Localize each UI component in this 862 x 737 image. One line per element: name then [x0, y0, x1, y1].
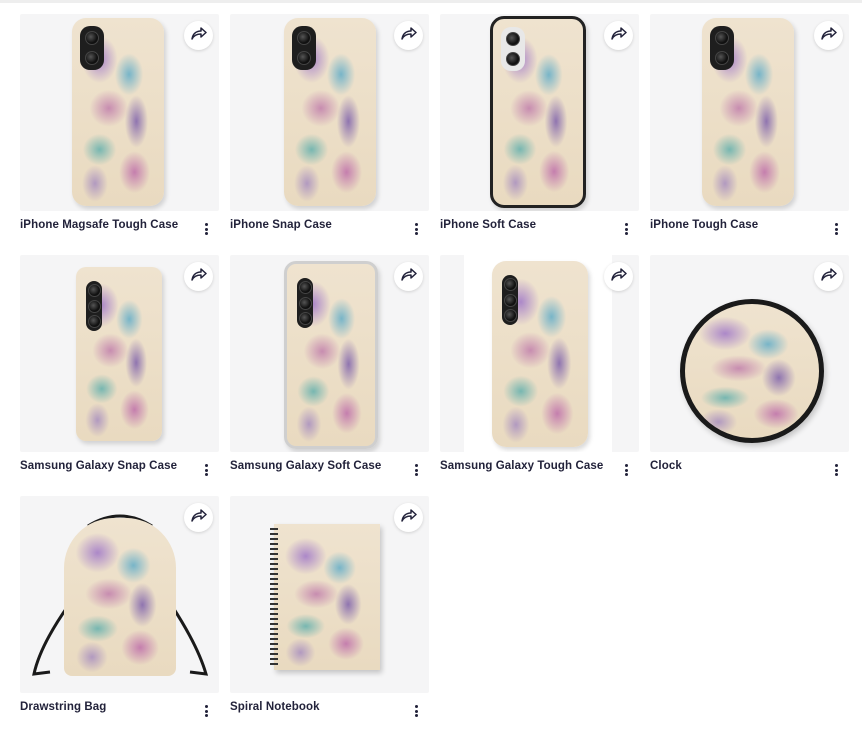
- product-card-samsung-galaxy-tough-case[interactable]: Samsung Galaxy Tough Case: [440, 255, 639, 496]
- camera-module: [710, 26, 734, 70]
- more-vertical-icon: [204, 223, 208, 235]
- phone-case-image: [284, 18, 376, 206]
- more-options-button[interactable]: [829, 464, 843, 480]
- share-button[interactable]: [394, 21, 423, 50]
- product-title[interactable]: iPhone Tough Case: [650, 219, 758, 231]
- share-button[interactable]: [814, 21, 843, 50]
- phone-case-image: [492, 261, 588, 447]
- product-card-drawstring-bag[interactable]: Drawstring Bag: [20, 496, 219, 737]
- share-icon: [610, 26, 627, 45]
- product-title[interactable]: Samsung Galaxy Soft Case: [230, 460, 381, 472]
- product-title[interactable]: Clock: [650, 460, 682, 472]
- product-card-iphone-snap-case[interactable]: iPhone Snap Case: [230, 14, 429, 255]
- share-button[interactable]: [814, 262, 843, 291]
- product-grid: iPhone Magsafe Tough Case iPhone Snap Ca…: [20, 14, 849, 737]
- product-image[interactable]: [20, 496, 219, 693]
- product-image[interactable]: [230, 14, 429, 211]
- more-options-button[interactable]: [619, 464, 633, 480]
- product-title[interactable]: Samsung Galaxy Tough Case: [440, 460, 603, 472]
- more-options-button[interactable]: [199, 705, 213, 721]
- camera-module: [292, 26, 316, 70]
- top-divider: [0, 0, 862, 3]
- more-options-button[interactable]: [829, 223, 843, 239]
- product-image[interactable]: [230, 496, 429, 693]
- share-button[interactable]: [604, 262, 633, 291]
- product-title[interactable]: iPhone Soft Case: [440, 219, 536, 231]
- phone-case-image: [284, 261, 378, 449]
- camera-module: [297, 278, 313, 328]
- product-image[interactable]: [650, 255, 849, 452]
- share-icon: [400, 508, 417, 527]
- spiral-binding: [270, 528, 278, 666]
- product-card-iphone-magsafe-tough-case[interactable]: iPhone Magsafe Tough Case: [20, 14, 219, 255]
- product-image[interactable]: [20, 14, 219, 211]
- product-card-samsung-galaxy-soft-case[interactable]: Samsung Galaxy Soft Case: [230, 255, 429, 496]
- more-options-button[interactable]: [199, 223, 213, 239]
- share-icon: [610, 267, 627, 286]
- more-options-button[interactable]: [619, 223, 633, 239]
- product-image[interactable]: [650, 14, 849, 211]
- more-options-button[interactable]: [199, 464, 213, 480]
- product-image[interactable]: [440, 255, 639, 452]
- share-icon: [400, 26, 417, 45]
- product-image[interactable]: [20, 255, 219, 452]
- share-button[interactable]: [604, 21, 633, 50]
- share-icon: [190, 26, 207, 45]
- more-options-button[interactable]: [409, 464, 423, 480]
- share-icon: [820, 267, 837, 286]
- phone-case-image: [490, 16, 586, 208]
- clock-image: [680, 299, 824, 443]
- more-vertical-icon: [624, 464, 628, 476]
- product-card-iphone-soft-case[interactable]: iPhone Soft Case: [440, 14, 639, 255]
- share-button[interactable]: [394, 262, 423, 291]
- spiral-notebook-image: [270, 524, 380, 670]
- product-title[interactable]: Samsung Galaxy Snap Case: [20, 460, 177, 472]
- product-card-samsung-galaxy-snap-case[interactable]: Samsung Galaxy Snap Case: [20, 255, 219, 496]
- more-vertical-icon: [414, 705, 418, 717]
- share-button[interactable]: [184, 262, 213, 291]
- phone-case-image: [702, 18, 794, 206]
- share-icon: [820, 26, 837, 45]
- product-title[interactable]: Spiral Notebook: [230, 701, 320, 713]
- product-card-spiral-notebook[interactable]: Spiral Notebook: [230, 496, 429, 737]
- share-icon: [190, 508, 207, 527]
- product-title[interactable]: iPhone Snap Case: [230, 219, 332, 231]
- product-image[interactable]: [230, 255, 429, 452]
- camera-module: [86, 281, 102, 331]
- more-vertical-icon: [834, 464, 838, 476]
- product-image[interactable]: [440, 14, 639, 211]
- camera-module: [502, 275, 518, 325]
- product-title[interactable]: iPhone Magsafe Tough Case: [20, 219, 178, 231]
- more-options-button[interactable]: [409, 705, 423, 721]
- more-vertical-icon: [624, 223, 628, 235]
- share-icon: [190, 267, 207, 286]
- more-vertical-icon: [834, 223, 838, 235]
- share-button[interactable]: [184, 503, 213, 532]
- phone-case-image: [76, 267, 162, 441]
- camera-module: [80, 26, 104, 70]
- share-button[interactable]: [184, 21, 213, 50]
- product-card-iphone-tough-case[interactable]: iPhone Tough Case: [650, 14, 849, 255]
- more-vertical-icon: [414, 223, 418, 235]
- more-vertical-icon: [204, 705, 208, 717]
- share-icon: [400, 267, 417, 286]
- more-options-button[interactable]: [409, 223, 423, 239]
- more-vertical-icon: [204, 464, 208, 476]
- product-card-clock[interactable]: Clock: [650, 255, 849, 496]
- more-vertical-icon: [414, 464, 418, 476]
- drawstring-bag-image: [64, 518, 176, 676]
- phone-case-image: [72, 18, 164, 206]
- camera-module: [501, 27, 525, 71]
- share-button[interactable]: [394, 503, 423, 532]
- product-title[interactable]: Drawstring Bag: [20, 701, 106, 713]
